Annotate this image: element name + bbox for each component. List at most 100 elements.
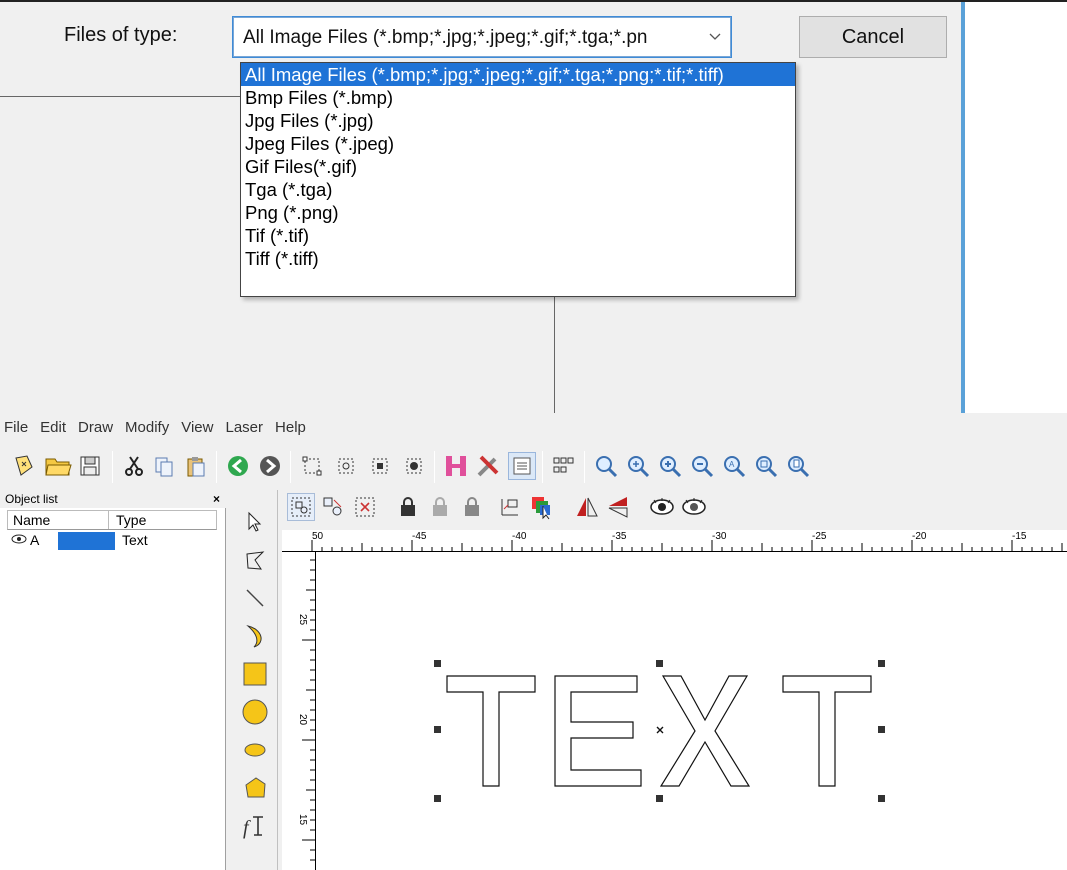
text-tool-icon[interactable]: f bbox=[240, 811, 270, 841]
object-list-header: Object list × bbox=[0, 490, 226, 508]
object-list-columns: Name Type bbox=[7, 510, 217, 530]
file-type-selected-value: All Image Files (*.bmp;*.jpg;*.jpeg;*.gi… bbox=[243, 27, 648, 48]
ruler-label: -20 bbox=[912, 531, 927, 542]
object-list-row[interactable]: A Text bbox=[7, 532, 217, 550]
zoom-icon[interactable] bbox=[592, 452, 620, 480]
file-type-option[interactable]: Jpeg Files (*.jpeg) bbox=[241, 132, 795, 155]
menu-bar: File Edit Draw Modify View Laser Help bbox=[0, 419, 306, 443]
copy-icon[interactable] bbox=[150, 452, 178, 480]
vertical-ruler: 25 20 15 bbox=[296, 552, 316, 870]
file-type-option[interactable]: Jpg Files (*.jpg) bbox=[241, 109, 795, 132]
file-type-option[interactable]: All Image Files (*.bmp;*.jpg;*.jpeg;*.gi… bbox=[241, 63, 795, 86]
name-edit-highlight[interactable] bbox=[58, 532, 115, 550]
tools-icon[interactable] bbox=[474, 452, 502, 480]
hide-icon[interactable] bbox=[680, 493, 708, 521]
menu-draw[interactable]: Draw bbox=[78, 419, 113, 443]
hatch-icon[interactable] bbox=[442, 452, 470, 480]
ruler-label: -30 bbox=[712, 531, 727, 542]
file-type-option[interactable]: Gif Files(*.gif) bbox=[241, 155, 795, 178]
lock-icon[interactable] bbox=[394, 493, 422, 521]
show-icon[interactable] bbox=[648, 493, 676, 521]
resize-handle[interactable] bbox=[656, 795, 663, 802]
file-type-dropdown-list: All Image Files (*.bmp;*.jpg;*.jpeg;*.gi… bbox=[240, 62, 796, 297]
text-object[interactable] bbox=[434, 660, 887, 802]
menu-view[interactable]: View bbox=[181, 419, 213, 443]
menu-file[interactable]: File bbox=[4, 419, 28, 443]
line-tool-icon[interactable] bbox=[240, 583, 270, 613]
origin-icon[interactable] bbox=[496, 493, 524, 521]
undo-icon[interactable] bbox=[224, 452, 252, 480]
array-icon[interactable] bbox=[550, 452, 578, 480]
resize-handle[interactable] bbox=[878, 726, 885, 733]
file-type-option[interactable]: Tga (*.tga) bbox=[241, 178, 795, 201]
menu-laser[interactable]: Laser bbox=[225, 419, 263, 443]
node-add-icon[interactable] bbox=[366, 452, 394, 480]
file-type-option[interactable]: Tiff (*.tiff) bbox=[241, 247, 795, 270]
node-edit-icon[interactable] bbox=[298, 452, 326, 480]
file-type-option[interactable]: Bmp Files (*.bmp) bbox=[241, 86, 795, 109]
file-type-combobox[interactable]: All Image Files (*.bmp;*.jpg;*.jpeg;*.gi… bbox=[232, 16, 732, 58]
zoom-plus-icon[interactable] bbox=[656, 452, 684, 480]
curve-tool-icon[interactable] bbox=[240, 621, 270, 651]
save-icon[interactable] bbox=[76, 452, 104, 480]
circle-tool-icon[interactable] bbox=[240, 697, 270, 727]
close-icon[interactable]: × bbox=[213, 490, 220, 508]
column-header-type[interactable]: Type bbox=[116, 512, 146, 528]
polygon-tool-icon[interactable] bbox=[240, 773, 270, 803]
cancel-button[interactable]: Cancel bbox=[799, 16, 947, 58]
paste-icon[interactable] bbox=[182, 452, 210, 480]
toolbar-separator bbox=[584, 451, 585, 483]
rectangle-tool-icon[interactable] bbox=[240, 659, 270, 689]
ungroup-icon[interactable] bbox=[319, 493, 347, 521]
open-folder-icon[interactable] bbox=[44, 452, 72, 480]
resize-handle[interactable] bbox=[878, 660, 885, 667]
unlock-icon[interactable] bbox=[426, 493, 454, 521]
file-type-option[interactable]: Tif (*.tif) bbox=[241, 224, 795, 247]
resize-handle[interactable] bbox=[656, 660, 663, 667]
resize-handle[interactable] bbox=[434, 660, 441, 667]
mirror-horizontal-icon[interactable] bbox=[573, 493, 601, 521]
zoom-page-icon[interactable] bbox=[784, 452, 812, 480]
node-select-icon[interactable] bbox=[332, 452, 360, 480]
layer-order-icon[interactable] bbox=[528, 493, 556, 521]
combine-icon[interactable] bbox=[351, 493, 379, 521]
resize-handle[interactable] bbox=[878, 795, 885, 802]
main-toolbar: A bbox=[0, 445, 1067, 487]
group-icon[interactable] bbox=[287, 493, 315, 521]
drawing-canvas[interactable]: 50 -45 -40 -35 -30 -25 -20 -15 25 20 15 bbox=[282, 530, 1067, 870]
zoom-out-icon[interactable] bbox=[688, 452, 716, 480]
zoom-all-icon[interactable]: A bbox=[720, 452, 748, 480]
toolbar-separator bbox=[434, 451, 435, 483]
object-list-panel: Object list × Name Type A Text bbox=[0, 490, 226, 870]
resize-handle[interactable] bbox=[434, 726, 441, 733]
mirror-vertical-icon[interactable] bbox=[604, 493, 632, 521]
menu-modify[interactable]: Modify bbox=[125, 419, 169, 443]
draw-toolbar: f bbox=[232, 490, 278, 870]
file-type-option[interactable]: Png (*.png) bbox=[241, 201, 795, 224]
object-list-icon[interactable] bbox=[508, 452, 536, 480]
redo-icon[interactable] bbox=[256, 452, 284, 480]
ellipse-tool-icon[interactable] bbox=[240, 735, 270, 765]
toolbar-separator bbox=[216, 451, 217, 483]
lock-all-icon[interactable] bbox=[458, 493, 486, 521]
column-divider[interactable] bbox=[108, 511, 109, 529]
laser-app-window: File Edit Draw Modify View Laser Help A … bbox=[0, 413, 1067, 870]
cut-icon[interactable] bbox=[120, 452, 148, 480]
node-edit-tool-icon[interactable] bbox=[240, 545, 270, 575]
menu-edit[interactable]: Edit bbox=[40, 419, 66, 443]
object-type: Text bbox=[122, 532, 148, 548]
column-header-name[interactable]: Name bbox=[13, 512, 50, 528]
ruler-label: -15 bbox=[1012, 531, 1027, 542]
zoom-selection-icon[interactable] bbox=[752, 452, 780, 480]
zoom-in-icon[interactable] bbox=[624, 452, 652, 480]
select-arrow-icon[interactable] bbox=[240, 507, 270, 537]
eye-icon[interactable] bbox=[11, 533, 27, 548]
chevron-down-icon[interactable] bbox=[708, 26, 722, 51]
svg-text:A: A bbox=[729, 460, 735, 469]
resize-handle[interactable] bbox=[434, 795, 441, 802]
menu-help[interactable]: Help bbox=[275, 419, 306, 443]
ruler-label: -35 bbox=[612, 531, 627, 542]
new-file-icon[interactable] bbox=[10, 452, 38, 480]
svg-text:f: f bbox=[243, 817, 251, 839]
node-delete-icon[interactable] bbox=[400, 452, 428, 480]
